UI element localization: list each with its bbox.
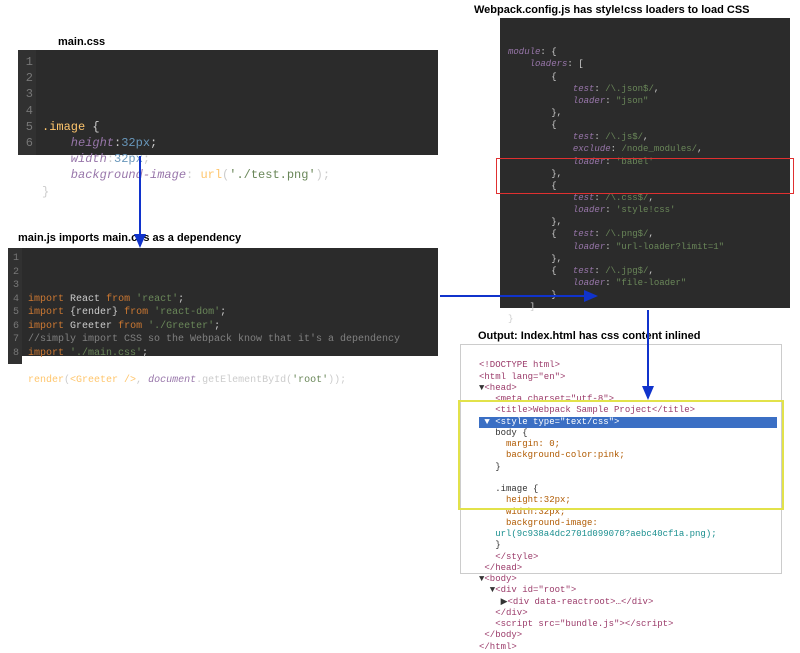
- main-css-label: main.css: [58, 36, 105, 48]
- main-css-editor: 1 2 3 4 5 6 .image { height:32px; width:…: [18, 50, 438, 155]
- main-js-editor: 1 2 3 4 5 6 7 8 import React from 'react…: [8, 248, 438, 356]
- line-gutter: 1 2 3 4 5 6: [18, 50, 36, 155]
- inlined-css-highlight: [458, 400, 784, 510]
- webpack-label: Webpack.config.js has style!css loaders …: [474, 4, 750, 16]
- mainjs-label: main.js imports main.css as a dependency: [18, 232, 241, 244]
- css-loader-highlight: [496, 158, 794, 194]
- line-gutter: 1 2 3 4 5 6 7 8: [8, 248, 22, 364]
